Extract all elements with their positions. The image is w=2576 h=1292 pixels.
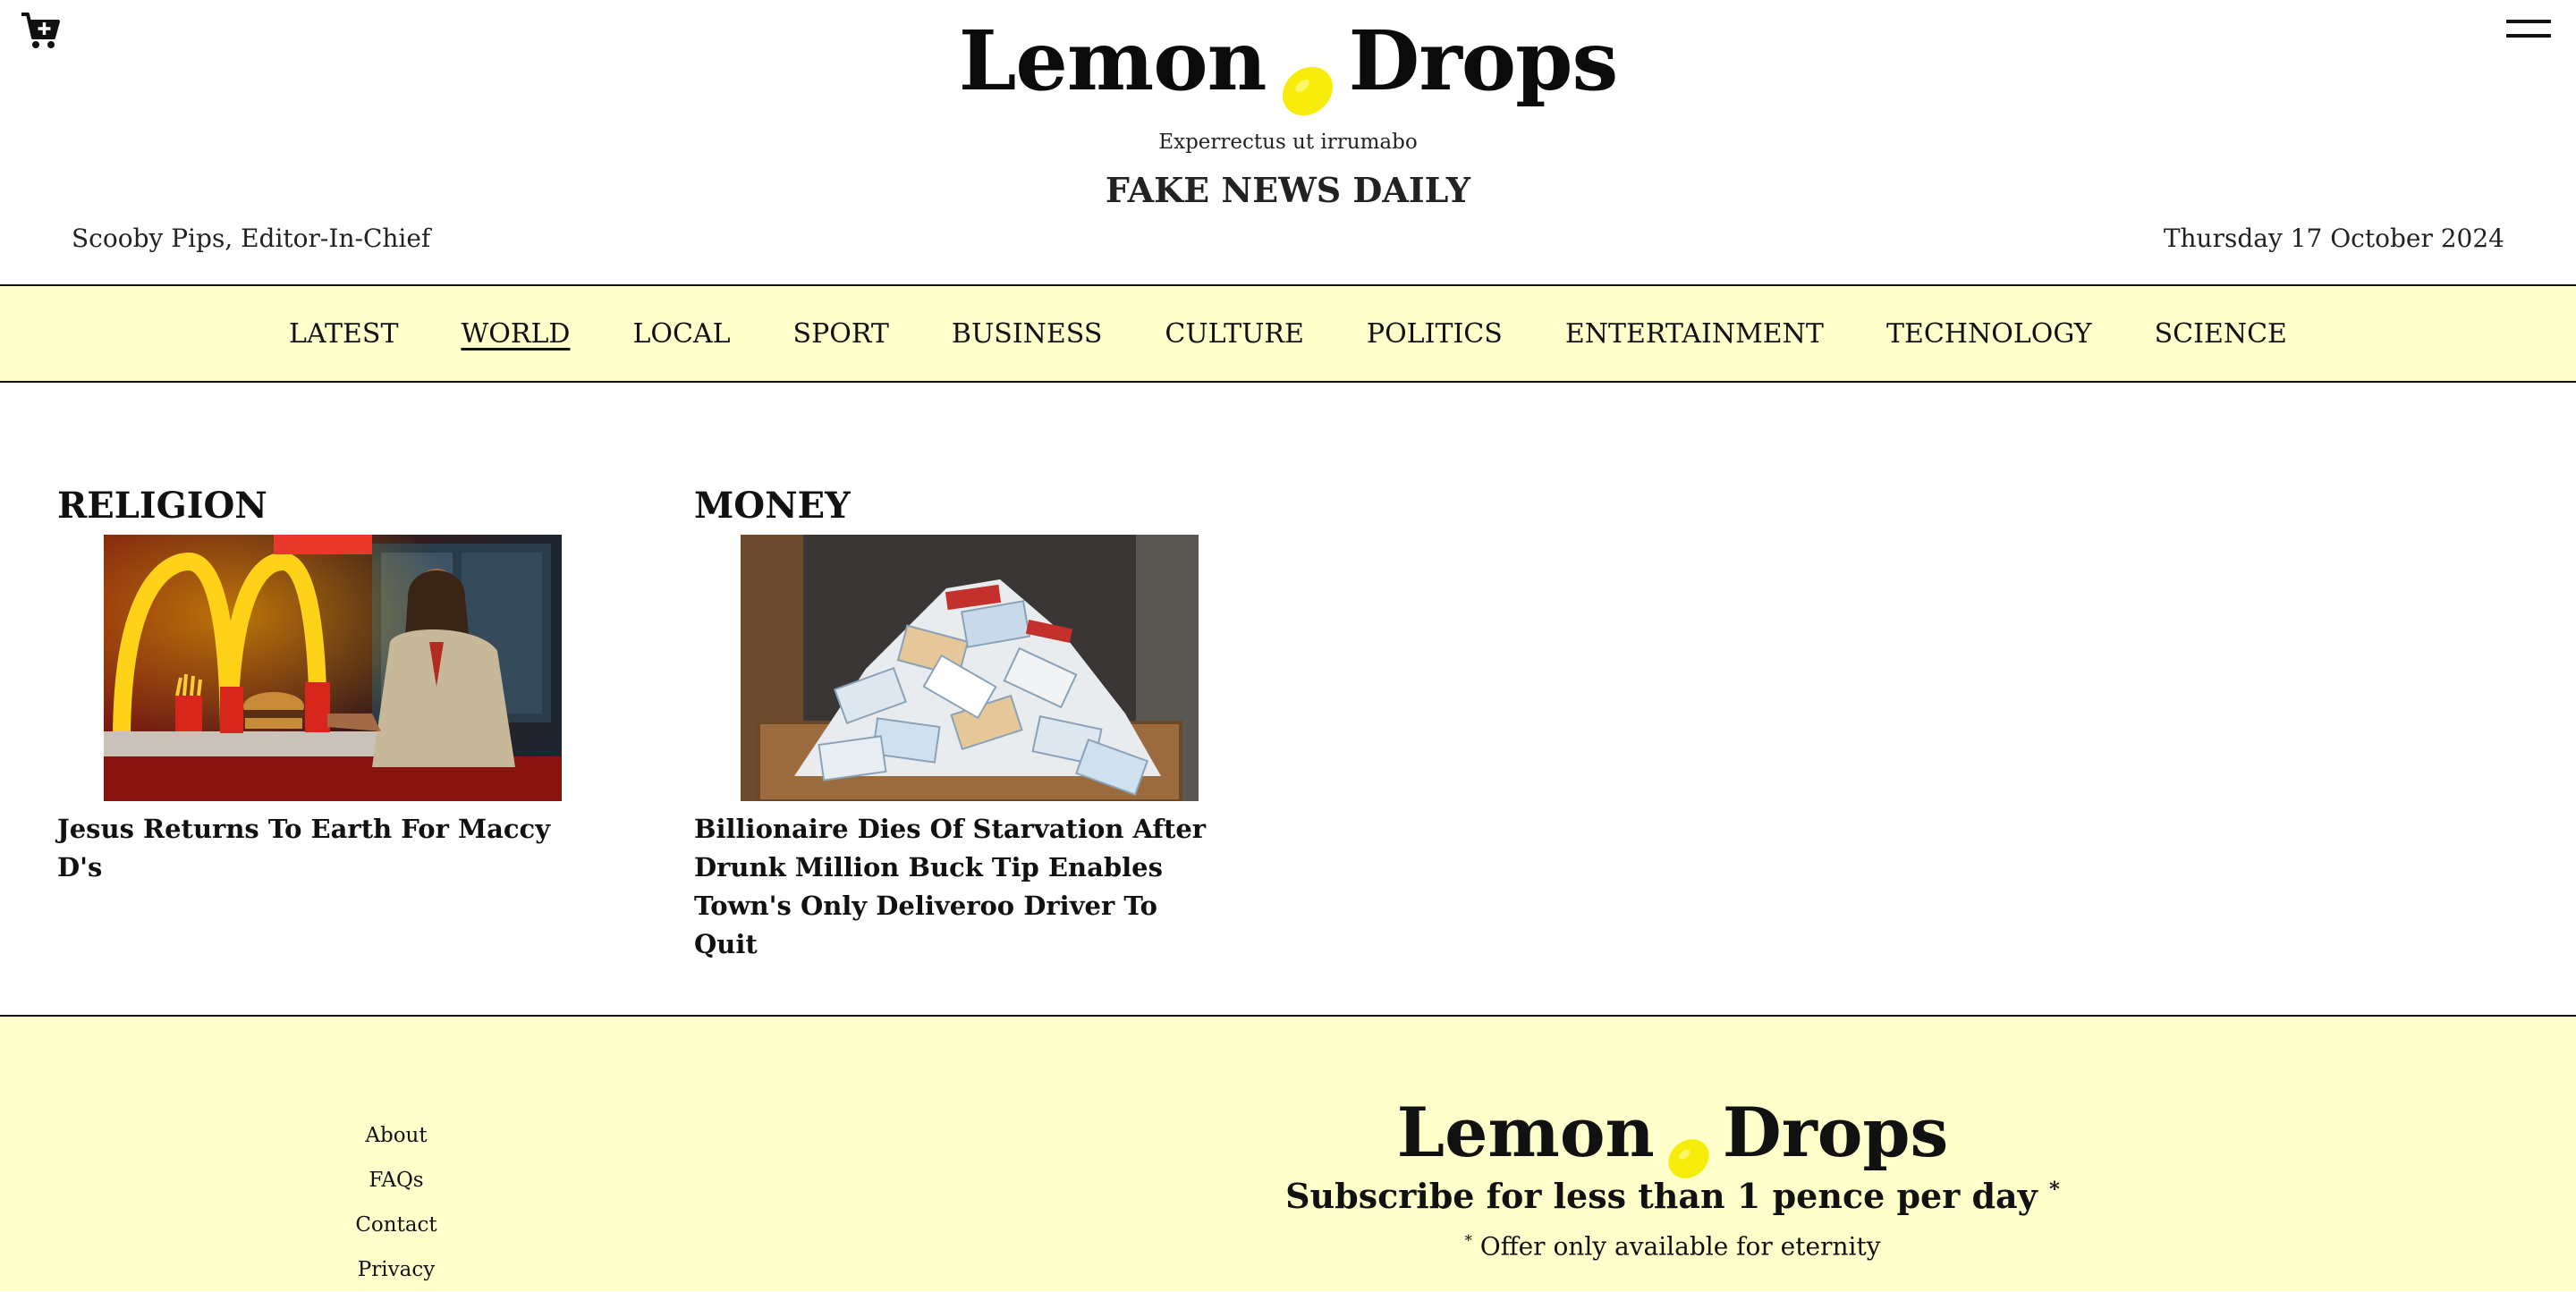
main-content: RELIGION Jesus Returns To Earth For Macc… [0, 383, 2576, 1015]
nav-business[interactable]: BUSINESS [952, 318, 1102, 350]
nav-entertainment[interactable]: ENTERTAINMENT [1565, 318, 1824, 350]
site-footer: About FAQs Contact Privacy Lemon Drops Su… [0, 1015, 2576, 1291]
subscribe-text: Subscribe for less than 1 pence per day [1285, 1176, 2038, 1216]
lemon-icon [1665, 1113, 1712, 1178]
nav-local[interactable]: LOCAL [632, 318, 730, 350]
footer-link-about[interactable]: About [307, 1113, 486, 1158]
section-title: RELIGION [57, 485, 267, 527]
nav-sport[interactable]: SPORT [793, 318, 889, 350]
nav-technology[interactable]: TECHNOLOGY [1886, 318, 2092, 350]
footer-logo[interactable]: Lemon Drops [1190, 1088, 2156, 1178]
footer-link-faqs[interactable]: FAQs [307, 1158, 486, 1203]
paper-name: FAKE NEWS DAILY [1105, 170, 1471, 210]
footnote-mark: * [2049, 1178, 2060, 1202]
nav-latest[interactable]: LATEST [289, 318, 398, 350]
article-image-money[interactable] [741, 535, 1199, 801]
logo-word-right: Drops [1348, 13, 1619, 109]
nav-world[interactable]: WORLD [461, 318, 570, 350]
current-date: Thursday 17 October 2024 [2163, 224, 2504, 253]
logo-word-left: Lemon [1396, 1093, 1655, 1172]
logo-word-left: Lemon [958, 13, 1267, 109]
footnote-mark: * [1464, 1231, 1472, 1249]
site-header: Lemon Drops Experrectus ut irrumabo FAKE … [0, 0, 2576, 284]
footer-link-privacy[interactable]: Privacy [307, 1247, 486, 1292]
section-religion: RELIGION Jesus Returns To Earth For Macc… [57, 483, 594, 887]
offer-text: Offer only available for eternity [1479, 1231, 1881, 1262]
site-tagline: Experrectus ut irrumabo [1158, 131, 1418, 154]
footer-links: About FAQs Contact Privacy [307, 1113, 486, 1292]
editor-credit: Scooby Pips, Editor-In-Chief [72, 224, 431, 253]
nav-science[interactable]: SCIENCE [2155, 318, 2287, 350]
site-logo[interactable]: Lemon Drops [0, 7, 2576, 116]
article-image-religion[interactable] [104, 535, 562, 801]
logo-word-right: Drops [1722, 1093, 1949, 1172]
article-headline[interactable]: Billionaire Dies Of Starvation After Dru… [694, 810, 1213, 964]
nav-culture[interactable]: CULTURE [1165, 318, 1304, 350]
section-title: MONEY [694, 485, 851, 527]
section-nav: LATEST WORLD LOCAL SPORT BUSINESS CULTUR… [0, 284, 2576, 383]
subscribe-offer[interactable]: Subscribe for less than 1 pence per day … [1190, 1176, 2156, 1216]
offer-footnote: * Offer only available for eternity [1190, 1231, 2156, 1261]
nav-politics[interactable]: POLITICS [1367, 318, 1503, 350]
article-headline[interactable]: Jesus Returns To Earth For Maccy D's [57, 810, 576, 887]
lemon-icon [1279, 37, 1336, 116]
footer-link-contact[interactable]: Contact [307, 1203, 486, 1247]
section-money: MONEY Billionaire Dies Of Starvation Aft… [694, 483, 1231, 964]
